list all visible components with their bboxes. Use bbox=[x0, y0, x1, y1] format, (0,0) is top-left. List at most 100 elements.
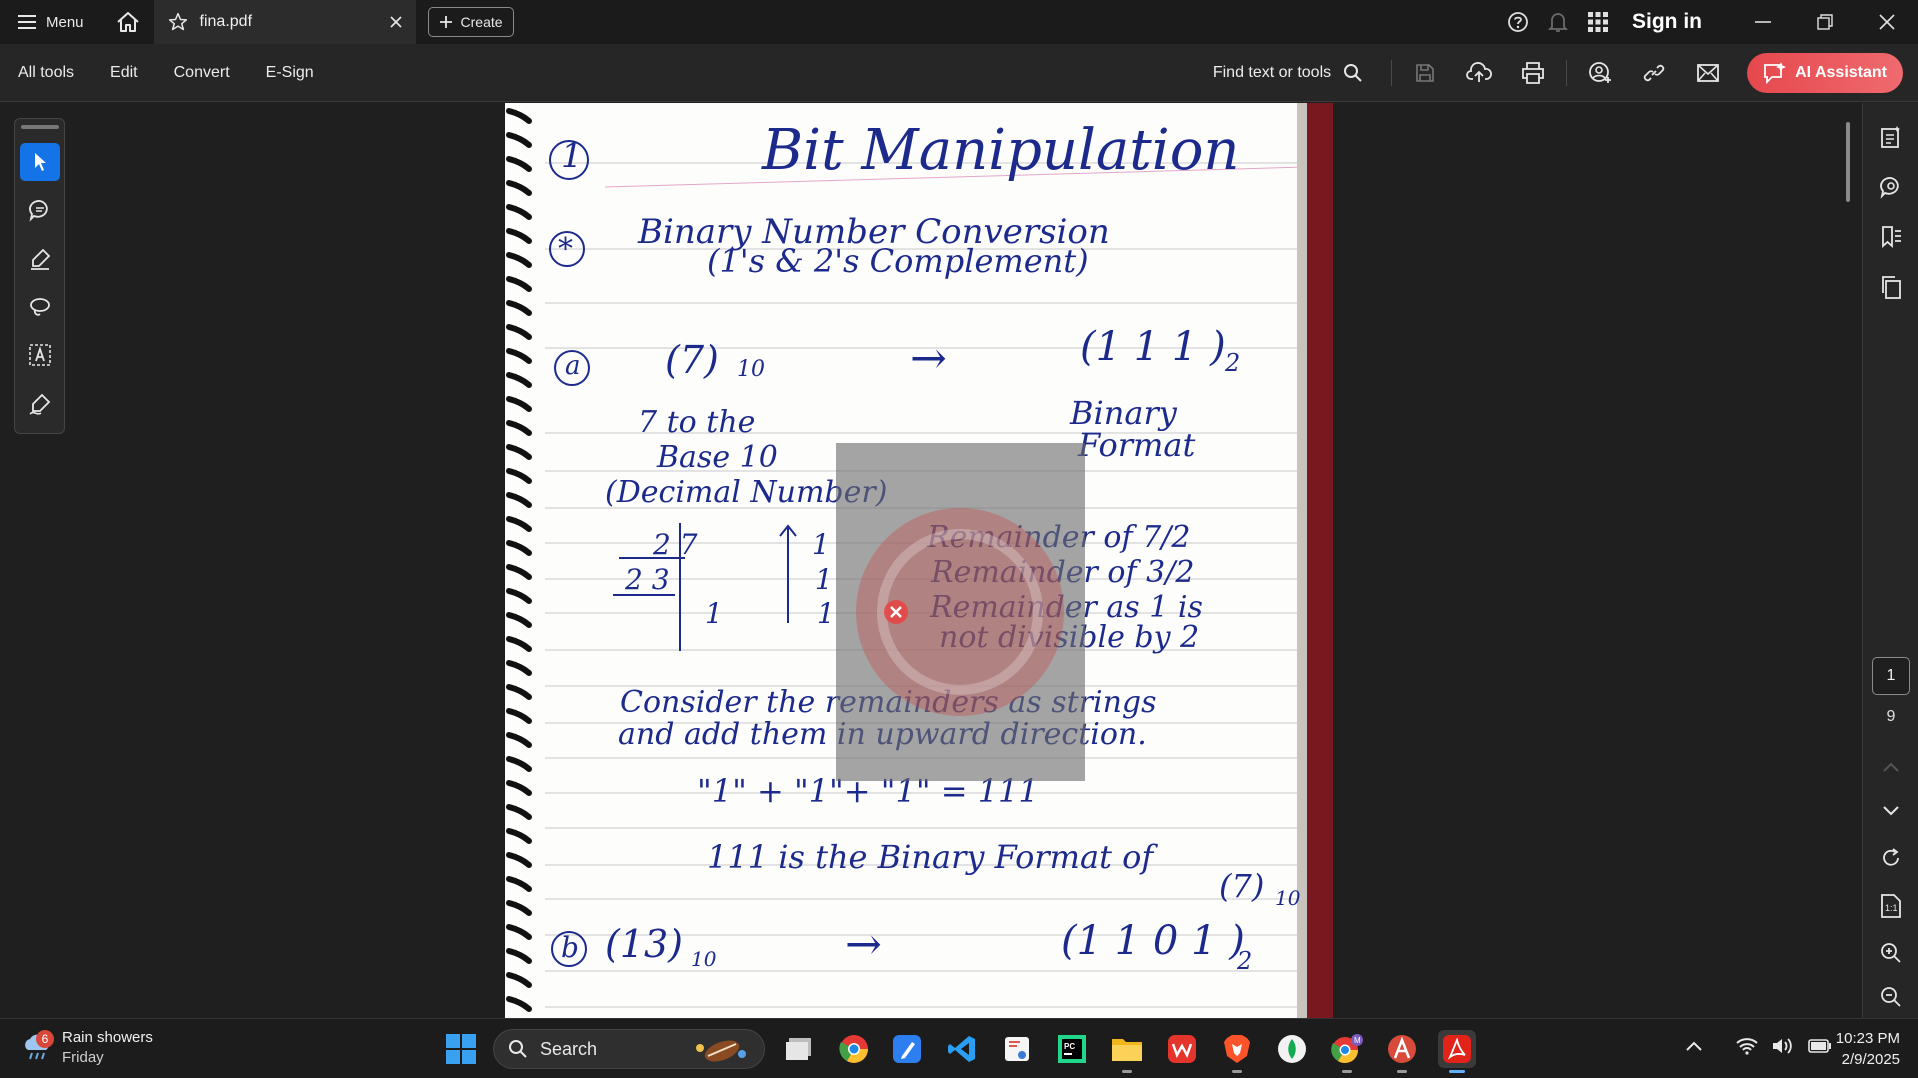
taskbar-brave[interactable] bbox=[1218, 1030, 1256, 1073]
maximize-button[interactable] bbox=[1794, 0, 1856, 44]
zoom-in-button[interactable] bbox=[1877, 939, 1905, 967]
weather-widget[interactable]: 6 Rain showers Friday bbox=[22, 1028, 153, 1068]
window-close-button[interactable] bbox=[1856, 0, 1918, 44]
taskbar-wps-office[interactable] bbox=[1163, 1030, 1201, 1068]
home-icon bbox=[116, 12, 139, 32]
print-button[interactable] bbox=[1506, 44, 1560, 102]
email-button[interactable] bbox=[1681, 44, 1735, 102]
title-bar: Menu fina.pdf Create Sign in bbox=[0, 0, 1918, 44]
minimize-button[interactable] bbox=[1732, 0, 1794, 44]
menu-edit[interactable]: Edit bbox=[92, 64, 156, 82]
task-view-icon bbox=[786, 1038, 811, 1060]
taskbar-vscode[interactable] bbox=[943, 1030, 981, 1068]
zoom-out-icon bbox=[1881, 987, 1901, 1007]
rotate-button[interactable] bbox=[1877, 844, 1905, 872]
running-indicator bbox=[1397, 1070, 1407, 1073]
pycharm-icon: PC bbox=[1058, 1035, 1086, 1063]
svg-text:M: M bbox=[1354, 1036, 1361, 1045]
start-button[interactable] bbox=[446, 1034, 476, 1064]
taskbar-snipping-tool[interactable] bbox=[998, 1030, 1036, 1068]
expr-13: (13) bbox=[605, 922, 684, 966]
chevron-up-icon[interactable] bbox=[1686, 1041, 1702, 1051]
print-icon bbox=[1522, 61, 1545, 84]
star-icon[interactable] bbox=[168, 12, 188, 32]
comment-tool[interactable] bbox=[20, 191, 60, 229]
find-label: Find text or tools bbox=[1212, 63, 1332, 81]
taskbar-mongodb-compass[interactable] bbox=[1273, 1030, 1311, 1068]
highlighter-icon bbox=[30, 248, 50, 270]
right-panel-rail: 1:1 bbox=[1862, 103, 1918, 1018]
next-page-button[interactable] bbox=[1877, 797, 1905, 825]
copy-link-button[interactable] bbox=[1627, 44, 1681, 102]
highlight-tool[interactable] bbox=[20, 240, 60, 278]
notifications-button[interactable] bbox=[1538, 0, 1578, 44]
current-page-input[interactable]: 1 bbox=[1872, 657, 1910, 695]
pages-icon bbox=[1882, 276, 1901, 299]
chevron-up-icon bbox=[1883, 762, 1899, 772]
clock-date: 2/9/2025 bbox=[1841, 1051, 1900, 1068]
volume-icon[interactable] bbox=[1772, 1037, 1794, 1055]
taskbar-chrome[interactable] bbox=[835, 1030, 873, 1068]
previous-page-button[interactable] bbox=[1877, 753, 1905, 781]
close-icon[interactable] bbox=[389, 16, 402, 28]
sign-in-link[interactable]: Sign in bbox=[1618, 10, 1732, 34]
expr-13-base: 10 bbox=[691, 947, 717, 971]
taskbar-notes-app[interactable] bbox=[888, 1030, 926, 1068]
wifi-icon[interactable] bbox=[1736, 1037, 1758, 1055]
watermark-logo bbox=[856, 508, 1064, 716]
compass-leaf-icon bbox=[1278, 1035, 1306, 1063]
all-tools-panel-button[interactable] bbox=[1877, 123, 1905, 151]
system-clock[interactable]: 10:23 PM 2/9/2025 bbox=[1818, 1028, 1900, 1070]
apps-button[interactable] bbox=[1578, 0, 1618, 44]
pages-panel-button[interactable] bbox=[1877, 273, 1905, 301]
taskbar-acrobat[interactable] bbox=[1438, 1030, 1476, 1073]
zoom-out-button[interactable] bbox=[1877, 983, 1905, 1011]
taskbar-search[interactable]: Search bbox=[493, 1029, 765, 1069]
plus-icon bbox=[439, 16, 452, 28]
save-button[interactable] bbox=[1398, 44, 1452, 102]
save-icon bbox=[1416, 63, 1434, 82]
taskbar-file-explorer[interactable] bbox=[1108, 1030, 1146, 1073]
taskbar-pycharm[interactable]: PC bbox=[1053, 1030, 1091, 1068]
pdf-page[interactable]: 1 Bit Manipulation * Binary Number Conve… bbox=[505, 103, 1333, 1018]
home-button[interactable] bbox=[102, 0, 154, 44]
draw-tool[interactable] bbox=[20, 288, 60, 326]
taskbar-chrome-profile[interactable]: M bbox=[1328, 1030, 1366, 1073]
fit-page-icon: 1:1 bbox=[1881, 894, 1901, 918]
remainder-2: 1 bbox=[815, 563, 833, 596]
ai-assistant-button[interactable]: AI Assistant bbox=[1747, 52, 1903, 93]
share-button[interactable] bbox=[1573, 44, 1627, 102]
windows-logo-icon bbox=[446, 1034, 476, 1064]
division-row-1: 2 7 bbox=[653, 528, 698, 561]
upload-button[interactable] bbox=[1452, 44, 1506, 102]
menu-e-sign[interactable]: E-Sign bbox=[248, 64, 332, 82]
document-tools-icon bbox=[1881, 126, 1900, 148]
create-button[interactable]: Create bbox=[427, 7, 514, 37]
toolbar-divider bbox=[1391, 59, 1393, 86]
division-row-2: 2 3 bbox=[625, 563, 670, 596]
fit-page-button[interactable]: 1:1 bbox=[1877, 892, 1905, 920]
remainder-1: 1 bbox=[812, 528, 830, 561]
select-tool[interactable] bbox=[19, 142, 60, 182]
svg-text:1:1: 1:1 bbox=[1885, 903, 1898, 913]
sign-tool[interactable] bbox=[20, 385, 60, 423]
menu-button[interactable]: Menu bbox=[0, 0, 102, 44]
taskbar-search-label: Search bbox=[540, 1038, 598, 1059]
menu-convert[interactable]: Convert bbox=[156, 64, 248, 82]
find-text-or-tools[interactable]: Find text or tools bbox=[1191, 63, 1385, 83]
toolbar-divider bbox=[1566, 59, 1568, 86]
taskbar-anaconda[interactable] bbox=[1383, 1030, 1421, 1073]
system-tray bbox=[1686, 1037, 1832, 1055]
taskbar-file-explorer-stack[interactable] bbox=[781, 1030, 819, 1068]
expr-111-base: 2 bbox=[1225, 349, 1241, 377]
rail-grip[interactable] bbox=[20, 125, 59, 129]
text-recognition-tool[interactable] bbox=[20, 336, 60, 374]
vertical-scrollbar-thumb[interactable] bbox=[1846, 122, 1850, 202]
help-button[interactable] bbox=[1498, 0, 1538, 44]
menu-all-tools[interactable]: All tools bbox=[0, 64, 92, 82]
note-7-to-the: 7 to the bbox=[638, 405, 756, 440]
bookmark-icon bbox=[1882, 226, 1901, 249]
comments-panel-button[interactable] bbox=[1877, 173, 1905, 201]
bookmarks-panel-button[interactable] bbox=[1877, 223, 1905, 251]
document-tab[interactable]: fina.pdf bbox=[153, 0, 416, 44]
